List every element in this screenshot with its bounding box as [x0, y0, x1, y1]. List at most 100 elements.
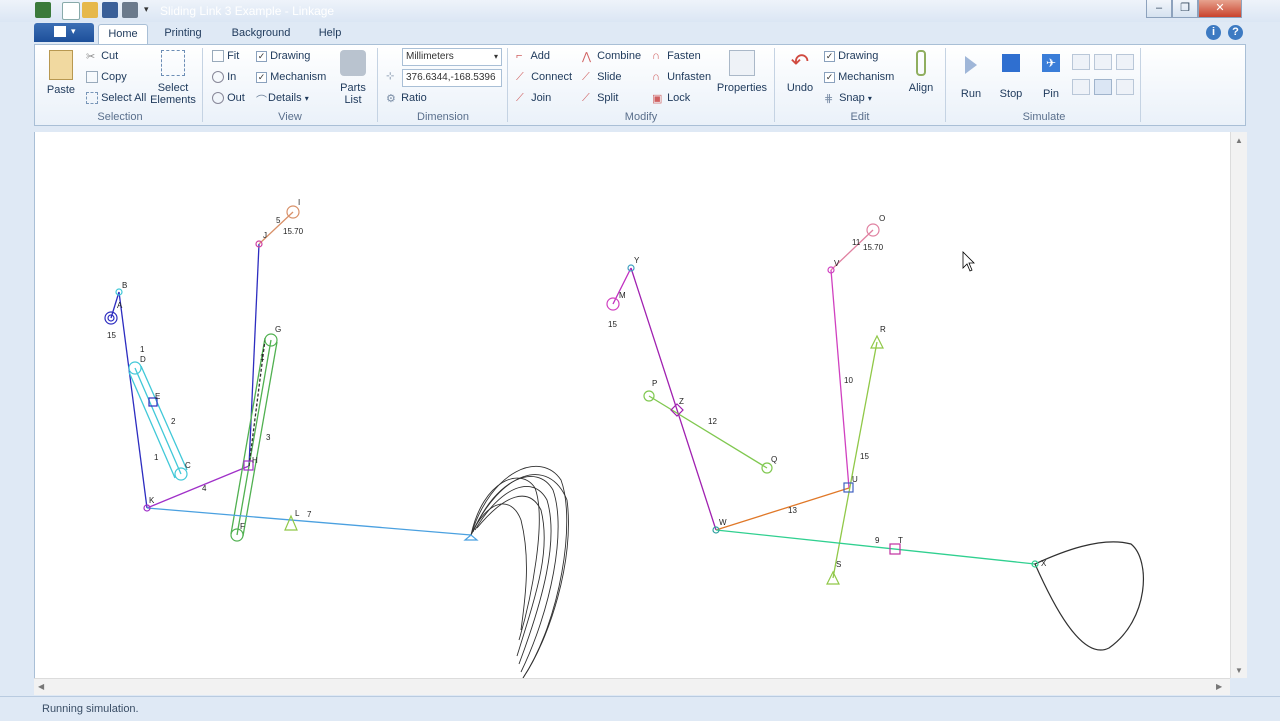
play-icon: [965, 56, 977, 74]
tab-home[interactable]: Home: [98, 24, 148, 44]
scroll-right-icon[interactable]: ▶: [1216, 682, 1222, 691]
label-z: Z: [679, 397, 684, 406]
window-title: Sliding Link 3 Example - Linkage: [160, 4, 335, 18]
joint-l-end: [463, 534, 479, 541]
split-button[interactable]: ⟋ Split: [582, 92, 618, 104]
sim-step-forward-icon[interactable]: [1072, 54, 1090, 70]
tab-background[interactable]: Background: [222, 24, 300, 44]
label-15a: 15: [107, 331, 116, 340]
ratio-button[interactable]: ⚙ Ratio: [386, 92, 427, 105]
link-bk: [118, 291, 148, 509]
copy-button[interactable]: Copy: [86, 71, 127, 84]
fasten-button[interactable]: ∩ Fasten: [652, 50, 701, 62]
tab-printing[interactable]: Printing: [154, 24, 212, 44]
label-f: F: [240, 522, 245, 531]
vertical-scrollbar[interactable]: ▲ ▼: [1230, 132, 1247, 678]
scroll-down-icon[interactable]: ▼: [1235, 666, 1243, 675]
view-mechanism-checkbox[interactable]: ✓ Mechanism: [256, 71, 326, 83]
link-wu-13: [715, 487, 850, 531]
pin-icon: ✈: [1042, 54, 1060, 72]
lock-button[interactable]: ▣ Lock: [652, 92, 690, 105]
sim-reset-icon[interactable]: [1116, 54, 1134, 70]
label-j: J: [263, 231, 267, 240]
zoom-out-button[interactable]: Out: [212, 92, 245, 105]
select-elements-button[interactable]: Select Elements: [150, 50, 196, 106]
sim-step-back-icon[interactable]: [1072, 79, 1090, 95]
split-icon: ⟋: [582, 92, 590, 105]
mechanism-drawing: B A 15 D 1 E 2 1 C K 4 H 3 G 1 F L 7 J 5…: [104, 198, 1144, 678]
zoom-in-button[interactable]: In: [212, 71, 236, 84]
edit-mechanism-checkbox[interactable]: ✓ Mechanism: [824, 71, 894, 83]
properties-button[interactable]: Properties: [716, 50, 768, 94]
zoom-fit-button[interactable]: Fit: [212, 50, 239, 63]
align-icon: [916, 50, 926, 76]
select-all-button[interactable]: Select All: [86, 92, 146, 105]
view-details-dropdown[interactable]: ⌒Details ▾: [256, 92, 309, 107]
run-button[interactable]: Run: [954, 50, 988, 100]
combine-button[interactable]: ⋀ Combine: [582, 50, 641, 63]
undo-button[interactable]: ↶ Undo: [782, 50, 818, 95]
paste-button[interactable]: Paste: [44, 50, 78, 96]
connect-icon: ⟋: [516, 71, 524, 84]
horizontal-scrollbar[interactable]: ◀ ▶: [34, 678, 1230, 695]
units-select[interactable]: Millimeters ▾: [402, 48, 502, 66]
menu-icon: [54, 26, 66, 37]
group-separator: [1140, 48, 1141, 122]
unfasten-button[interactable]: ∩ Unfasten: [652, 71, 711, 83]
help-icon[interactable]: ?: [1228, 25, 1243, 40]
sim-end-icon[interactable]: [1116, 79, 1134, 95]
parts-list-button[interactable]: Parts List: [334, 50, 372, 106]
ground-l-icon: [284, 514, 298, 531]
maximize-button[interactable]: ❐: [1172, 0, 1198, 18]
view-drawing-checkbox[interactable]: ✓ Drawing: [256, 50, 310, 62]
label-l: L: [295, 509, 300, 518]
edit-drawing-checkbox[interactable]: ✓ Drawing: [824, 50, 878, 62]
scroll-left-icon[interactable]: ◀: [38, 682, 44, 691]
label-e: E: [155, 392, 160, 401]
chevron-down-icon: ▾: [493, 52, 498, 61]
drawing-canvas[interactable]: B A 15 D 1 E 2 1 C K 4 H 3 G 1 F L 7 J 5…: [34, 132, 1231, 678]
link-hj: [248, 243, 260, 467]
info-icon[interactable]: i: [1206, 25, 1221, 40]
snap-dropdown[interactable]: ⋕ Snap ▾: [824, 92, 872, 105]
link-kh: [146, 465, 250, 509]
group-label-view: View: [278, 111, 302, 123]
label-15c: 15: [860, 452, 869, 461]
link-pq-12: [648, 395, 768, 469]
align-button[interactable]: Align: [902, 50, 940, 94]
label-a: A: [117, 301, 123, 310]
stop-button[interactable]: Stop: [994, 50, 1028, 100]
sim-forward-icon[interactable]: [1094, 54, 1112, 70]
label-t: T: [898, 536, 903, 545]
join-icon: ⟋: [516, 92, 524, 105]
group-label-modify: Modify: [624, 111, 658, 123]
pin-button[interactable]: ✈ Pin: [1034, 50, 1068, 100]
add-button[interactable]: ⌐ Add: [516, 50, 550, 62]
group-label-selection: Selection: [97, 111, 143, 123]
label-i: I: [298, 198, 300, 207]
label-r: R: [880, 325, 886, 334]
coordinates-field[interactable]: 376.6344,-168.5396: [402, 69, 502, 87]
tab-help[interactable]: Help: [308, 24, 352, 44]
slide-button[interactable]: ⟋ Slide: [582, 71, 622, 83]
label-y: Y: [634, 256, 640, 265]
fasten-icon: ∩: [652, 50, 660, 63]
scroll-up-icon[interactable]: ▲: [1235, 136, 1243, 145]
label-2: 2: [171, 417, 176, 426]
sim-pause-icon[interactable]: [1094, 79, 1112, 95]
join-button[interactable]: ⟋ Join: [516, 92, 551, 104]
title-bar: ▾ Sliding Link 3 Example - Linkage – ❐ ✕: [0, 0, 1280, 22]
label-q: Q: [771, 455, 777, 464]
minimize-button[interactable]: –: [1146, 0, 1172, 18]
label-g: G: [275, 325, 281, 334]
label-d: D: [140, 355, 146, 364]
close-button[interactable]: ✕: [1198, 0, 1242, 18]
cut-button[interactable]: ✂ Cut: [86, 50, 118, 64]
label-7: 7: [307, 510, 312, 519]
label-s: S: [836, 560, 841, 569]
scissors-icon: ✂: [86, 51, 96, 64]
magnifier-plus-icon: [212, 71, 224, 84]
label-w: W: [719, 518, 727, 527]
application-menu-button[interactable]: ▾: [34, 23, 94, 42]
connect-button[interactable]: ⟋ Connect: [516, 71, 572, 83]
